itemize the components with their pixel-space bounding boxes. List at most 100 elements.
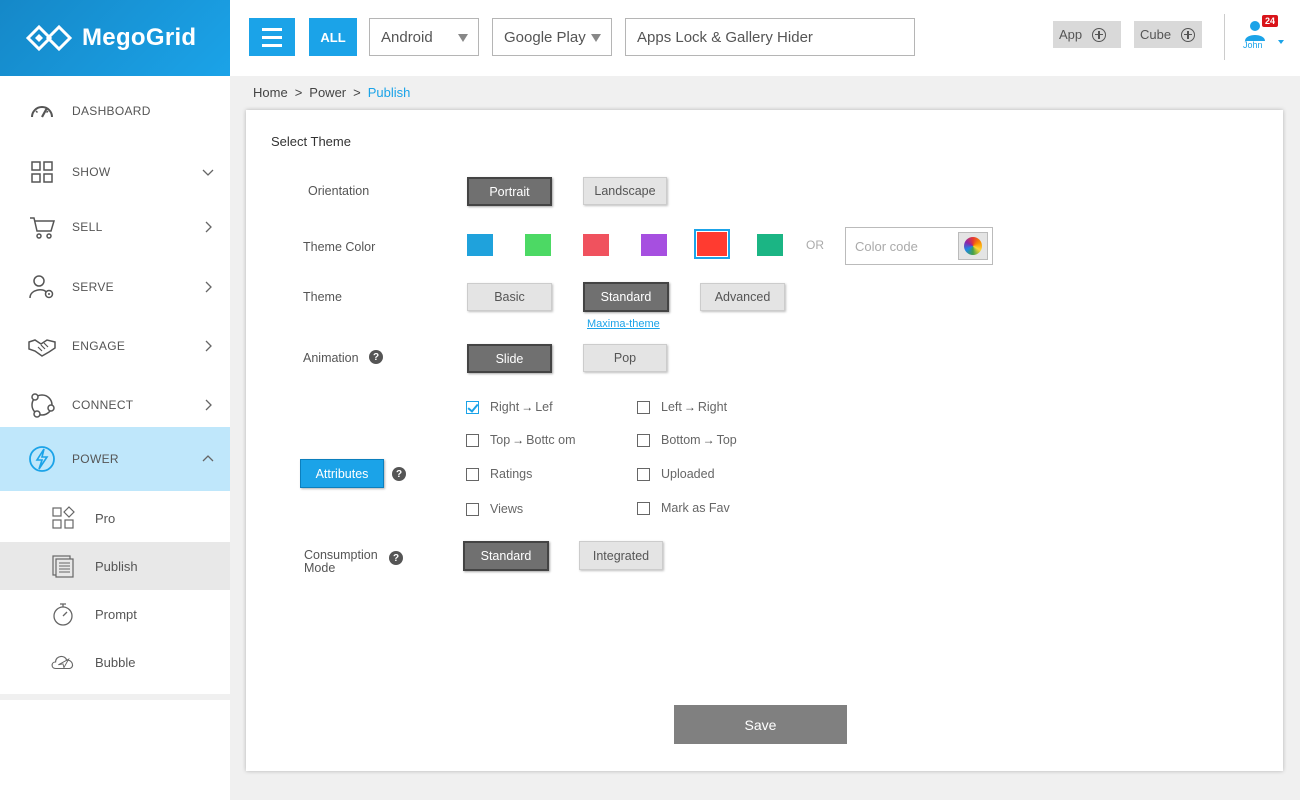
sidebar-subitem-publish[interactable]: Publish — [0, 542, 230, 590]
color-swatch-pink[interactable] — [583, 234, 609, 256]
store-select-value: Google Play — [504, 28, 586, 46]
sidebar-item-label: DASHBOARD — [72, 104, 151, 118]
app-name-value: Apps Lock & Gallery Hider — [637, 28, 813, 46]
attributes-help-icon[interactable]: ? — [392, 467, 406, 481]
consumption-integrated-button[interactable]: Integrated — [579, 541, 663, 570]
theme-label: Theme — [303, 290, 342, 304]
store-select[interactable]: Google Play — [492, 18, 612, 56]
save-button[interactable]: Save — [674, 705, 847, 744]
sidebar-item-sell[interactable]: SELL — [0, 198, 230, 256]
color-swatch-green[interactable] — [525, 234, 551, 256]
arrow-right-icon: → — [512, 433, 525, 447]
theme-standard-button[interactable]: Standard — [583, 282, 669, 312]
sidebar-subitem-pro[interactable]: Pro — [0, 494, 230, 542]
sidebar-item-power[interactable]: POWER — [0, 427, 230, 491]
checkbox-box[interactable] — [466, 400, 479, 414]
add-app-button[interactable]: App — [1053, 21, 1121, 48]
color-swatch-red[interactable] — [694, 229, 730, 259]
checkbox-right-to-left[interactable]: Right → Lef — [466, 400, 553, 414]
arrow-right-icon: → — [521, 400, 534, 414]
checkbox-box[interactable] — [466, 467, 479, 481]
checkbox-label: Uploaded — [661, 467, 715, 481]
checkbox-box[interactable] — [466, 502, 479, 516]
checkbox-label-to: Lef — [535, 400, 553, 414]
sidebar-item-dashboard[interactable]: DASHBOARD — [0, 76, 230, 146]
checkbox-label-to: Bottc om — [526, 433, 576, 447]
sidebar-subitem-label: Bubble — [95, 654, 136, 670]
hamburger-icon-bar — [262, 43, 282, 47]
checkbox-label-from: Top — [490, 433, 511, 447]
landscape-button[interactable]: Landscape — [583, 177, 667, 205]
checkbox-label: Views — [490, 502, 524, 516]
checkbox-box[interactable] — [466, 433, 479, 447]
plus-circle-icon — [1092, 27, 1107, 42]
connect-icon — [31, 393, 55, 418]
checkbox-bottom-to-top[interactable]: Bottom → Top — [637, 433, 737, 447]
maxima-theme-link[interactable]: Maxima-theme — [587, 318, 660, 330]
color-code-input[interactable]: Color code — [845, 227, 993, 265]
checkbox-top-to-bottom[interactable]: Top → Bottc om — [466, 433, 575, 447]
color-code-placeholder: Color code — [855, 239, 918, 254]
theme-advanced-button[interactable]: Advanced — [700, 283, 785, 311]
sidebar-subitem-prompt[interactable]: Prompt — [0, 590, 230, 638]
breadcrumb-separator: > — [353, 85, 361, 100]
add-cube-label: Cube — [1140, 27, 1172, 42]
checkbox-views[interactable]: Views — [466, 502, 523, 516]
sidebar-subitem-label: Pro — [95, 510, 116, 526]
portrait-button[interactable]: Portrait — [467, 177, 552, 206]
caret-down-icon — [1278, 40, 1284, 44]
breadcrumb-power-link[interactable]: Power — [309, 85, 346, 100]
menu-toggle-button[interactable] — [249, 18, 295, 56]
color-swatch-purple[interactable] — [641, 234, 667, 256]
checkbox-ratings[interactable]: Ratings — [466, 467, 532, 481]
checkbox-box[interactable] — [637, 501, 650, 515]
all-button[interactable]: ALL — [309, 18, 357, 56]
checkbox-left-to-right[interactable]: Left → Right — [637, 400, 727, 414]
sidebar-item-engage[interactable]: ENGAGE — [0, 318, 230, 374]
arrow-right-icon: → — [702, 433, 715, 447]
hamburger-icon-bar — [262, 35, 282, 39]
theme-basic-button[interactable]: Basic — [467, 283, 552, 311]
panel-title: Select Theme — [271, 134, 351, 149]
checkbox-label: Left → Right — [661, 400, 727, 414]
sidebar-item-label: ENGAGE — [72, 339, 126, 353]
color-picker-button[interactable] — [958, 232, 988, 260]
sidebar: DASHBOARD SHOW SELL SERVE ENGAGE CONNECT… — [0, 76, 230, 800]
animation-slide-button[interactable]: Slide — [467, 344, 552, 373]
sidebar-item-label: CONNECT — [72, 398, 134, 412]
app-name-field[interactable]: Apps Lock & Gallery Hider — [625, 18, 915, 56]
color-swatch-blue[interactable] — [467, 234, 493, 256]
arrow-right-icon: → — [683, 400, 696, 414]
sidebar-item-label: SERVE — [72, 280, 114, 294]
checkbox-box[interactable] — [637, 467, 650, 481]
breadcrumb-home-link[interactable]: Home — [253, 85, 288, 100]
checkbox-label: Bottom → Top — [661, 433, 737, 447]
chevron-right-icon — [205, 340, 212, 352]
consumption-help-icon[interactable]: ? — [389, 551, 403, 565]
checkbox-mark-as-fav[interactable]: Mark as Fav — [637, 501, 730, 515]
consumption-standard-button[interactable]: Standard — [463, 541, 549, 571]
sidebar-item-show[interactable]: SHOW — [0, 146, 230, 198]
color-swatch-teal[interactable] — [757, 234, 783, 256]
publish-icon — [52, 555, 74, 578]
animation-help-icon[interactable]: ? — [369, 350, 383, 364]
logo[interactable]: MegoGrid — [0, 0, 230, 76]
checkbox-box[interactable] — [637, 433, 650, 447]
platform-select[interactable]: Android — [369, 18, 479, 56]
sidebar-subitem-bubble[interactable]: Bubble — [0, 638, 230, 686]
animation-pop-button[interactable]: Pop — [583, 344, 667, 372]
attributes-button[interactable]: Attributes — [300, 459, 384, 488]
sidebar-subitem-label: Publish — [95, 558, 138, 574]
or-text: OR — [806, 238, 824, 252]
breadcrumb-separator: > — [294, 85, 303, 100]
sidebar-subitem-label: Prompt — [95, 606, 137, 622]
sidebar-item-serve[interactable]: SERVE — [0, 256, 230, 318]
pro-icon — [52, 506, 75, 529]
checkbox-box[interactable] — [637, 400, 650, 414]
color-wheel-icon — [964, 237, 982, 255]
add-cube-button[interactable]: Cube — [1134, 21, 1202, 48]
breadcrumb: Home > Power > Publish — [253, 85, 410, 100]
divider — [1224, 14, 1225, 60]
user-menu[interactable]: 24 John — [1238, 14, 1288, 54]
checkbox-uploaded[interactable]: Uploaded — [637, 467, 715, 481]
